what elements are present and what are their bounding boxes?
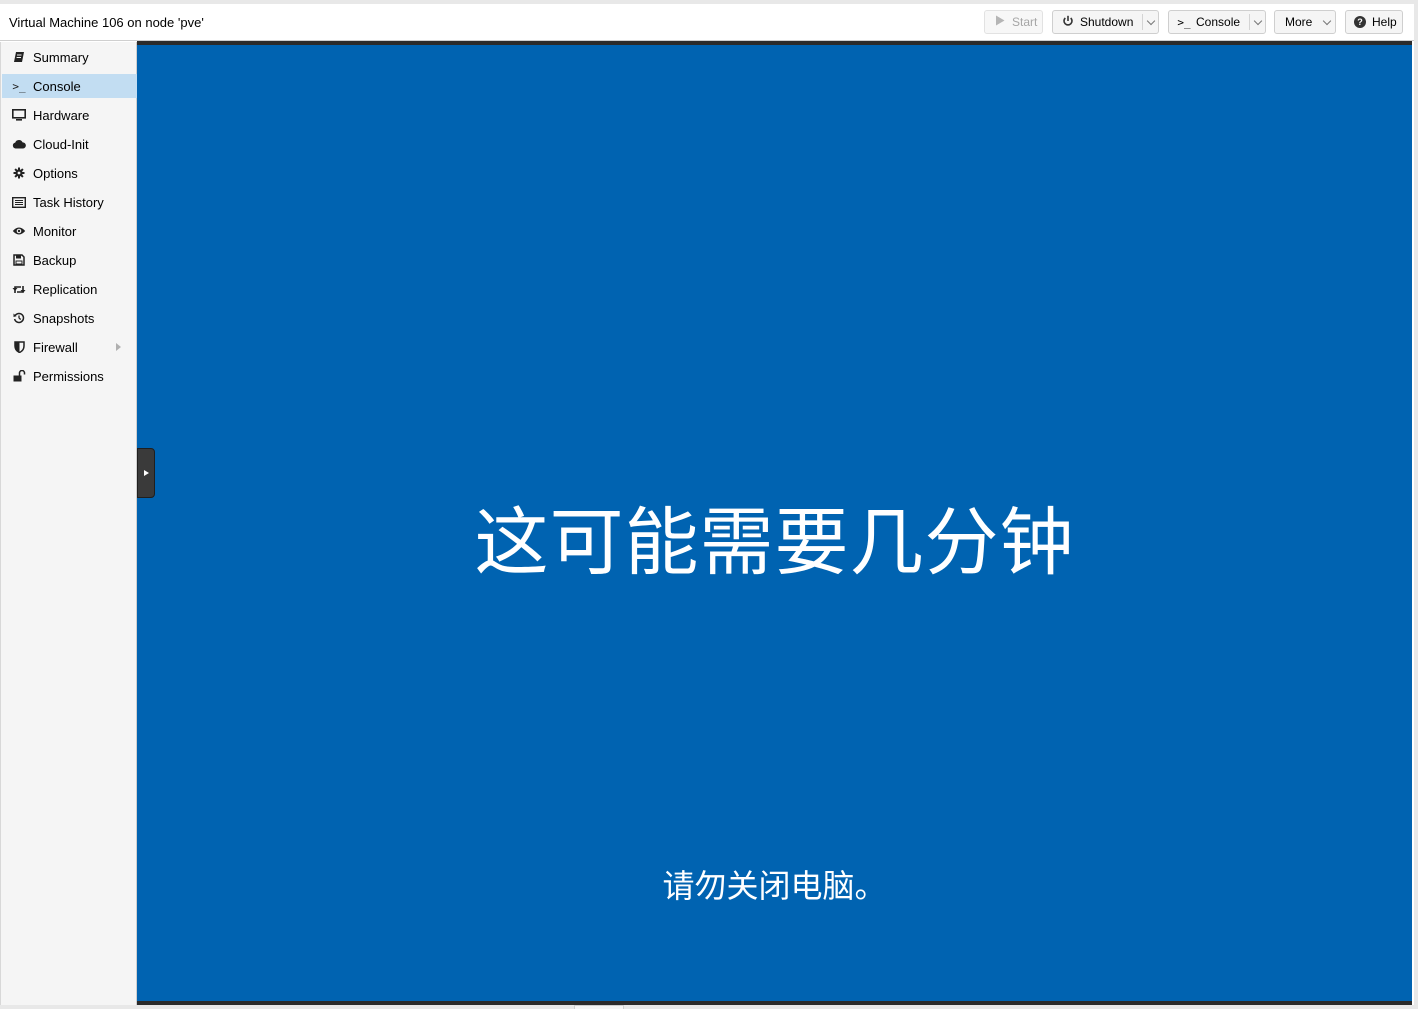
bottom-resize-handle[interactable] — [574, 1005, 624, 1009]
sidebar-item-label: Backup — [33, 252, 77, 268]
sidebar-item-label: Task History — [33, 194, 104, 210]
sidebar-item-label: Hardware — [33, 107, 90, 123]
sidebar-item-label: Monitor — [33, 223, 77, 239]
sidebar-item-console[interactable]: >_ Console — [2, 74, 137, 98]
sidebar-item-hardware[interactable]: Hardware — [2, 103, 137, 127]
sidebar-item-replication[interactable]: Replication — [2, 277, 137, 301]
retweet-icon — [11, 282, 27, 296]
sidebar-item-label: Permissions — [33, 368, 104, 384]
page-title: Virtual Machine 106 on node 'pve' — [9, 15, 204, 30]
caret-right-icon — [143, 470, 149, 476]
chevron-down-icon — [1322, 16, 1332, 25]
sidebar-item-monitor[interactable]: Monitor — [2, 219, 137, 243]
sidebar-item-label: Cloud-Init — [33, 136, 89, 152]
vm-console-screen[interactable]: 这可能需要几分钟 请勿关闭电脑。 — [137, 41, 1412, 1005]
console-label: Console — [1196, 15, 1241, 29]
sidebar-item-label: Snapshots — [33, 310, 95, 326]
book-icon — [11, 50, 27, 64]
sidebar-item-label: Options — [33, 165, 78, 181]
play-icon — [993, 15, 1007, 29]
sidebar-item-summary[interactable]: Summary — [2, 45, 137, 69]
help-button[interactable]: ? Help — [1345, 10, 1403, 34]
gear-icon — [11, 166, 27, 180]
shield-icon — [11, 340, 27, 354]
sidebar-item-label: Firewall — [33, 339, 78, 355]
help-label: Help — [1372, 15, 1397, 29]
history-icon — [11, 311, 27, 325]
shutdown-label: Shutdown — [1080, 15, 1134, 29]
sidebar-item-label: Summary — [33, 49, 89, 65]
power-icon — [1061, 15, 1075, 30]
chevron-down-icon — [1253, 16, 1262, 25]
sidebar-nav: Summary >_ Console Hardware Cloud-Init O… — [0, 42, 137, 1005]
sidebar-item-options[interactable]: Options — [2, 161, 137, 185]
sidebar-item-firewall[interactable]: Firewall — [2, 335, 137, 359]
console-button[interactable]: >_ Console — [1168, 10, 1266, 34]
terminal-icon: >_ — [12, 79, 26, 93]
sidebar-item-permissions[interactable]: Permissions — [2, 364, 137, 388]
more-button[interactable]: More — [1274, 10, 1336, 34]
start-label: Start — [1012, 15, 1038, 29]
shutdown-button[interactable]: Shutdown — [1052, 10, 1159, 34]
sidebar-collapse-toggle[interactable] — [137, 448, 155, 498]
sidebar-item-label: Replication — [33, 281, 98, 297]
submenu-arrow-icon[interactable] — [116, 343, 121, 351]
chevron-down-icon — [1146, 16, 1155, 25]
unlock-icon — [11, 369, 27, 383]
list-icon — [11, 195, 27, 209]
sidebar-item-backup[interactable]: Backup — [2, 248, 137, 272]
panel-header: Virtual Machine 106 on node 'pve' Start … — [0, 4, 1414, 41]
monitor-icon — [11, 108, 27, 122]
sidebar-item-label: Console — [33, 78, 81, 94]
more-label: More — [1285, 15, 1313, 29]
sidebar-item-task-history[interactable]: Task History — [2, 190, 137, 214]
shutdown-dropdown-toggle[interactable] — [1142, 14, 1158, 30]
right-scroll-strip — [1414, 4, 1418, 1009]
terminal-icon: >_ — [1177, 15, 1191, 29]
console-main-message: 这可能需要几分钟 — [474, 500, 1075, 586]
bottom-scroll-strip — [0, 1005, 1414, 1009]
question-circle-icon: ? — [1354, 16, 1366, 28]
cloud-icon — [11, 137, 27, 151]
console-sub-message: 请勿关闭电脑。 — [662, 867, 887, 905]
start-button[interactable]: Start — [984, 10, 1043, 34]
console-dropdown-toggle[interactable] — [1249, 14, 1265, 30]
sidebar-item-cloud-init[interactable]: Cloud-Init — [2, 132, 137, 156]
eye-icon — [11, 224, 27, 238]
floppy-icon — [11, 253, 27, 267]
sidebar-item-snapshots[interactable]: Snapshots — [2, 306, 137, 330]
more-dropdown-toggle[interactable] — [1319, 14, 1335, 30]
